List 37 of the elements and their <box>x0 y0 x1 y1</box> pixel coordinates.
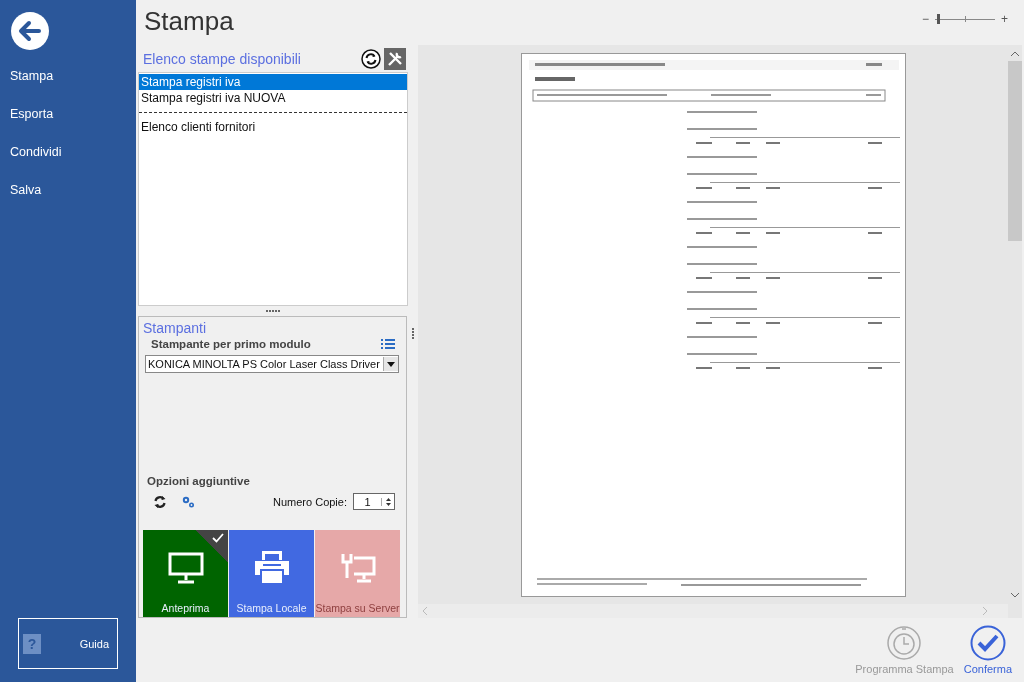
report-item[interactable]: Stampa registri iva <box>139 74 407 90</box>
sidebar-item[interactable]: Salva <box>0 175 136 205</box>
network-monitor-icon <box>339 552 376 584</box>
sidebar-item[interactable]: Stampa <box>0 61 136 91</box>
zoom-out-button[interactable]: − <box>921 12 929 26</box>
tools-button[interactable] <box>384 47 406 70</box>
section-heading: Elenco stampe disponibili <box>142 50 302 67</box>
options-label: Opzioni aggiuntive <box>146 475 251 487</box>
copies-spinner[interactable]: 1 <box>353 493 395 510</box>
sidebar-item[interactable]: Esporta <box>0 99 136 129</box>
page-title: Stampa <box>144 6 234 37</box>
chevron-up-icon[interactable] <box>1010 51 1020 57</box>
help-button[interactable]: ? Guida <box>18 618 118 669</box>
monitor-icon <box>167 552 204 584</box>
print-mode-tile[interactable]: Stampa Locale <box>229 530 314 617</box>
checkmark-icon <box>969 625 1006 661</box>
list-icon[interactable] <box>381 338 395 350</box>
report-item[interactable]: Stampa registri iva NUOVA <box>139 90 407 106</box>
back-button[interactable] <box>10 11 50 51</box>
help-icon: ? <box>23 633 41 654</box>
report-item[interactable]: Elenco clienti fornitori <box>139 119 407 135</box>
print-mode-tile[interactable]: Anteprima <box>143 530 228 617</box>
caret-icon <box>387 361 395 367</box>
sidebar-item[interactable]: Condividi <box>0 137 136 167</box>
refresh-icon[interactable] <box>153 494 167 509</box>
action-button[interactable]: Conferma <box>963 625 1012 675</box>
printer-dropdown[interactable]: KONICA MINOLTA PS Color Laser Class Driver <box>145 355 399 373</box>
zoom-slider[interactable] <box>935 14 995 24</box>
section-heading: Stampanti <box>143 320 208 336</box>
chevron-down-icon[interactable] <box>1010 592 1020 598</box>
zoom-in-button[interactable]: + <box>1001 12 1008 26</box>
clock-icon <box>886 625 923 661</box>
refresh-button[interactable] <box>360 47 382 70</box>
printer-label: Stampante per primo modulo <box>150 338 311 350</box>
printer-icon <box>252 550 291 584</box>
copies-label: Numero Copie: <box>273 495 347 508</box>
gears-icon[interactable] <box>181 494 195 509</box>
